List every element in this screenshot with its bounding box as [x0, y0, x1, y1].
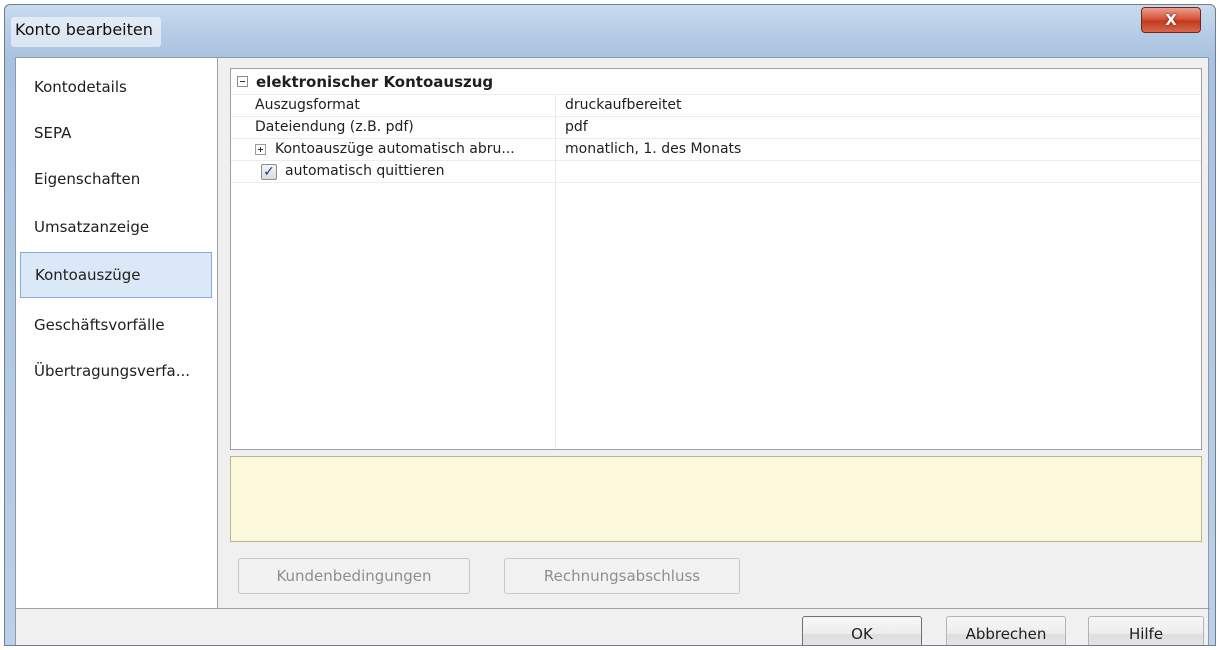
property-value[interactable]: druckaufbereitet	[565, 95, 682, 116]
button-label: OK	[851, 625, 873, 643]
sidebar-item-label: Kontoauszüge	[35, 266, 141, 284]
dialog-client-area: Kontodetails SEPA Eigenschaften Umsatzan…	[15, 57, 1210, 645]
property-row-dateiendung[interactable]: Dateiendung (z.B. pdf) pdf	[231, 117, 1201, 139]
abbrechen-button[interactable]: Abbrechen	[946, 616, 1066, 645]
sidebar-item-label: Umsatzanzeige	[34, 218, 150, 236]
property-name: Auszugsformat	[255, 97, 360, 113]
sidebar-item-label: Übertragungsverfa...	[34, 362, 191, 380]
button-label: Rechnungsabschluss	[543, 567, 701, 585]
sidebar-item-label: Kontodetails	[34, 78, 127, 96]
button-label: Hilfe	[1128, 625, 1164, 643]
rechnungsabschluss-button[interactable]: Rechnungsabschluss	[504, 558, 740, 594]
footer-divider	[218, 608, 1210, 609]
sidebar-item-kontoauszuege[interactable]: Kontoauszüge	[20, 252, 212, 298]
close-icon: X	[1165, 11, 1177, 29]
sidebar-item-label: Geschäftsvorfälle	[34, 316, 165, 334]
window-title: Konto bearbeiten	[11, 17, 161, 47]
property-row-kontoauszuege-abrufen[interactable]: Kontoauszüge automatisch abru... monatli…	[231, 139, 1201, 161]
kundenbedingungen-button[interactable]: Kundenbedingungen	[238, 558, 470, 594]
sidebar-item-label: SEPA	[34, 124, 72, 142]
checkbox-automatisch-quittieren[interactable]: ✓	[261, 164, 277, 180]
sidebar-item-uebertragungsverfahren[interactable]: Übertragungsverfa...	[20, 348, 212, 394]
sidebar-item-label: Eigenschaften	[34, 170, 141, 188]
button-label: Kundenbedingungen	[276, 567, 432, 585]
footer-left-area	[16, 608, 218, 645]
button-label: Abbrechen	[965, 625, 1047, 643]
category-title: elektronischer Kontoauszug	[256, 72, 494, 91]
description-panel	[230, 456, 1202, 542]
property-value[interactable]: monatlich, 1. des Monats	[565, 139, 741, 160]
ok-button[interactable]: OK	[802, 616, 922, 645]
dialog-window: Konto bearbeiten X Kontodetails SEPA Eig…	[4, 4, 1216, 646]
sidebar-item-kontodetails[interactable]: Kontodetails	[20, 64, 212, 110]
title-bar[interactable]: Konto bearbeiten X	[5, 5, 1215, 57]
close-button[interactable]: X	[1141, 7, 1201, 33]
sidebar-nav: Kontodetails SEPA Eigenschaften Umsatzan…	[16, 58, 218, 608]
category-row[interactable]: elektronischer Kontoauszug	[231, 69, 1201, 95]
sidebar-item-geschaeftsvorfaelle[interactable]: Geschäftsvorfälle	[20, 302, 212, 348]
property-name: automatisch quittieren	[285, 163, 445, 179]
check-icon: ✓	[263, 164, 275, 180]
property-row-automatisch-quittieren[interactable]: ✓ automatisch quittieren	[231, 161, 1201, 183]
property-name: Dateiendung (z.B. pdf)	[255, 119, 414, 135]
hilfe-button[interactable]: Hilfe	[1088, 616, 1204, 645]
sidebar-item-sepa[interactable]: SEPA	[20, 110, 212, 156]
collapse-icon[interactable]	[237, 76, 248, 87]
expand-icon[interactable]	[255, 144, 266, 155]
property-row-auszugsformat[interactable]: Auszugsformat druckaufbereitet	[231, 95, 1201, 117]
sidebar-item-eigenschaften[interactable]: Eigenschaften	[20, 156, 212, 202]
property-grid: elektronischer Kontoauszug Auszugsformat…	[230, 68, 1202, 450]
property-value[interactable]: pdf	[565, 117, 588, 138]
property-name: Kontoauszüge automatisch abru...	[275, 141, 515, 157]
sidebar-item-umsatzanzeige[interactable]: Umsatzanzeige	[20, 204, 212, 250]
